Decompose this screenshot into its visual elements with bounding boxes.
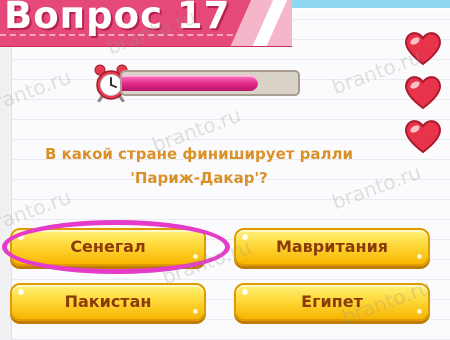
header-accent-strip bbox=[292, 0, 450, 10]
header-banner: Вопрос 17 bbox=[0, 0, 292, 47]
timer-bar bbox=[120, 70, 300, 96]
answer-button-egypt[interactable]: Египет bbox=[234, 283, 430, 321]
question-line-1: В какой стране финиширует ралли bbox=[44, 145, 354, 163]
heart-icon bbox=[404, 32, 442, 66]
question-number-title: Вопрос 17 bbox=[4, 0, 231, 37]
heart-icon bbox=[404, 76, 442, 110]
timer-bar-fill bbox=[122, 75, 258, 91]
heart-icon bbox=[404, 120, 442, 154]
answer-button-senegal[interactable]: Сенегал bbox=[10, 228, 206, 266]
question-text: В какой стране финиширует ралли 'Париж-Д… bbox=[40, 142, 358, 190]
answer-button-pakistan[interactable]: Пакистан bbox=[10, 283, 206, 321]
answer-button-mauritania[interactable]: Мавритания bbox=[234, 228, 430, 266]
question-line-2: 'Париж-Дакар'? bbox=[130, 169, 268, 187]
